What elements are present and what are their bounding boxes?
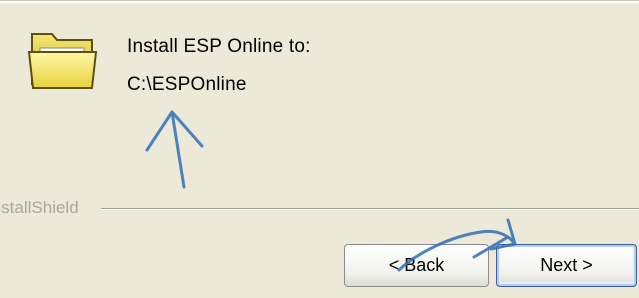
up-arrow-annotation <box>145 110 204 189</box>
top-divider <box>0 0 639 3</box>
back-button[interactable]: < Back <box>344 244 489 287</box>
install-location-label: Install ESP Online to: <box>127 36 311 57</box>
folder-icon <box>26 26 100 92</box>
next-button[interactable]: Next > <box>496 244 637 287</box>
footer-separator <box>101 208 639 210</box>
install-path: C:\ESPOnline <box>127 74 247 95</box>
installshield-brand: InstallShield <box>0 198 79 217</box>
